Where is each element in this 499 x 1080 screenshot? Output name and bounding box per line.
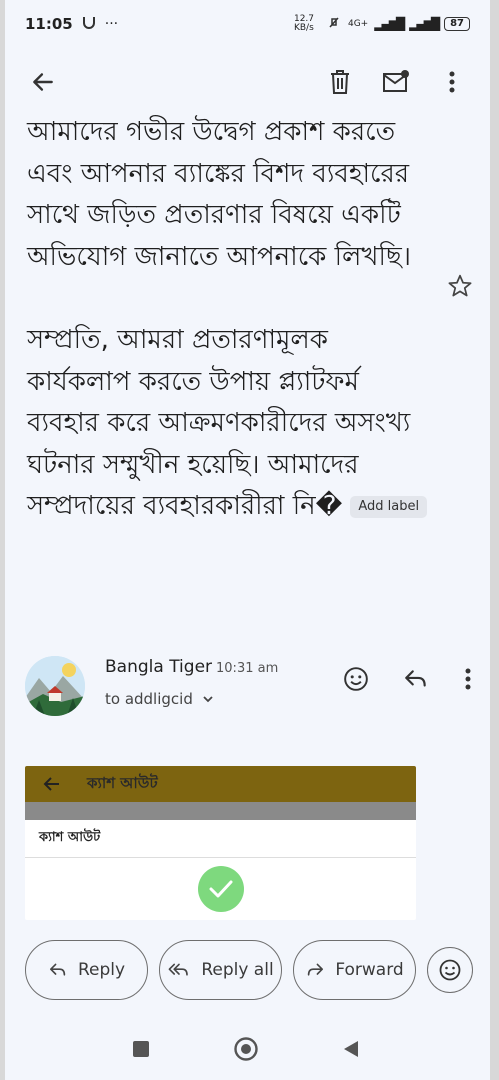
attachment-header-title: ক্যাশ আউট [87,773,158,792]
reply-icon [405,670,426,687]
star-button[interactable] [447,273,475,301]
forward-button[interactable]: Forward [293,940,416,1000]
attachment-preview[interactable]: ক্যাশ আউট ক্যাশ আউট [25,766,416,920]
reply-icon [49,963,66,976]
email-screen: 11:05 ··· 12.7 KB/s 4G+ ▂▄▆█ ▂▄▆█ 87 আমা… [5,0,490,1080]
status-bar: 11:05 ··· 12.7 KB/s 4G+ ▂▄▆█ ▂▄▆█ 87 [5,0,490,48]
mute-icon [326,15,342,34]
reply-label: Reply [77,960,126,980]
chevron-down-icon [203,696,213,703]
system-nav-bar [5,1020,490,1080]
more-vert-icon [465,668,471,690]
home-circle-icon [234,1037,258,1061]
recipient-details-toggle[interactable]: to addligcid [105,690,214,708]
attachment-header: ক্যাশ আউট [25,766,416,802]
message-paragraph-2: সম্প্রতি, আমরা প্রতারণামূলক কার্যকলাপ কর… [27,320,437,528]
signal-2-icon: ▂▄▆█ [409,17,440,31]
check-circle-icon [198,866,244,912]
square-icon [133,1041,149,1057]
react-emoji-button[interactable] [341,664,371,694]
attachment-subbar [25,802,416,820]
sender-time: 10:31 am [216,661,279,676]
sender-name: Bangla Tiger [105,657,213,677]
attachment-row-label: ক্যাশ আউট [25,820,416,858]
message-more-button[interactable] [453,664,483,694]
signal-icon: ▂▄▆█ [374,17,405,31]
recipient-text: to addligcid [105,690,193,708]
emoji-icon [439,959,461,981]
home-button[interactable] [233,1036,259,1066]
battery-icon: 87 [444,17,470,31]
notification-icon [81,14,97,34]
recents-button[interactable] [131,1039,151,1063]
add-label-chip[interactable]: Add label [350,495,428,518]
arrow-left-icon [43,777,59,791]
network-type: 4G+ [347,19,369,29]
reply-button[interactable]: Reply [25,940,148,1000]
status-time: 11:05 [25,15,73,33]
message-paragraph-1: আমাদের গভীর উদ্বেগ প্রকাশ করতে এবং আপনার… [27,117,411,272]
star-icon [448,274,472,297]
mail-unread-icon [383,70,409,92]
more-vert-icon [449,71,455,93]
mark-unread-button[interactable] [376,62,416,102]
reply-all-label: Reply all [201,960,274,980]
message-paragraph-2-text: সম্প্রতি, আমরা প্রতারণামূলক কার্যকলাপ কর… [27,325,411,521]
avatar[interactable] [25,656,85,716]
forward-label: Forward [335,960,404,980]
reply-icon-button[interactable] [401,664,431,694]
avatar-image [25,656,85,716]
delete-button[interactable] [320,62,360,102]
emoji-icon [344,667,368,691]
more-notifications-icon: ··· [104,16,119,32]
sender-name-line: Bangla Tiger 10:31 am [105,657,278,677]
trash-icon [331,70,349,94]
emoji-reaction-button[interactable] [427,947,473,993]
triangle-back-icon [344,1041,358,1057]
forward-icon [308,963,324,976]
sender-row[interactable]: Bangla Tiger 10:31 am to addligcid [25,652,485,722]
back-button[interactable] [23,62,63,102]
message-toolbar [5,52,490,112]
net-speed: 12.7 KB/s [293,14,315,33]
back-nav-button[interactable] [341,1039,361,1063]
reply-actions: Reply Reply all Forward [5,940,490,1002]
reply-all-button[interactable]: Reply all [159,940,282,1000]
message-body: আমাদের গভীর উদ্বেগ প্রকাশ করতে এবং আপনার… [27,112,437,528]
arrow-left-icon [33,73,53,91]
reply-all-icon [168,963,189,976]
more-options-button[interactable] [432,62,472,102]
